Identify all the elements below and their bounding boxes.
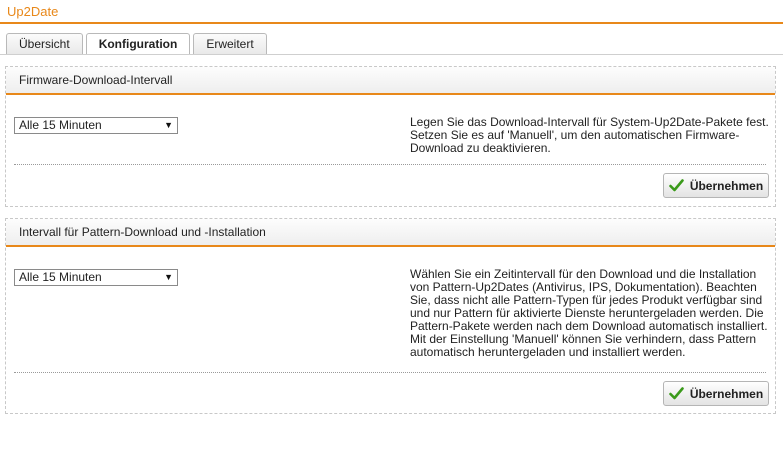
chevron-down-icon: ▼ bbox=[164, 272, 173, 282]
checkmark-icon bbox=[669, 179, 684, 192]
firmware-interval-panel: Firmware-Download-Intervall Alle 15 Minu… bbox=[5, 66, 776, 207]
apply-button-label: Übernehmen bbox=[689, 178, 764, 193]
app-title: Up2Date bbox=[7, 4, 59, 19]
firmware-interval-select[interactable]: Alle 15 Minuten ▼ bbox=[14, 117, 178, 134]
apply-button[interactable]: Übernehmen bbox=[663, 381, 769, 406]
apply-button-label: Übernehmen bbox=[689, 386, 764, 401]
tab-divider bbox=[0, 54, 783, 55]
panel-description: Legen Sie das Download-Intervall für Sys… bbox=[410, 115, 769, 155]
panel-title: Firmware-Download-Intervall bbox=[6, 67, 775, 95]
tab-overview[interactable]: Übersicht bbox=[6, 33, 83, 54]
separator bbox=[14, 164, 766, 165]
tab-configuration[interactable]: Konfiguration bbox=[85, 33, 191, 55]
checkmark-icon bbox=[669, 387, 684, 400]
panel-title: Intervall für Pattern-Download und -Inst… bbox=[6, 219, 775, 247]
tab-advanced[interactable]: Erweitert bbox=[193, 33, 267, 54]
pattern-interval-panel: Intervall für Pattern-Download und -Inst… bbox=[5, 218, 776, 414]
apply-button[interactable]: Übernehmen bbox=[663, 173, 769, 198]
select-value: Alle 15 Minuten bbox=[19, 118, 102, 132]
pattern-interval-select[interactable]: Alle 15 Minuten ▼ bbox=[14, 269, 178, 286]
select-value: Alle 15 Minuten bbox=[19, 270, 102, 284]
title-divider bbox=[0, 22, 783, 24]
separator bbox=[14, 372, 766, 373]
panel-description: Wählen Sie ein Zeitintervall für den Dow… bbox=[410, 267, 768, 359]
chevron-down-icon: ▼ bbox=[164, 120, 173, 130]
tab-bar: Übersicht Konfiguration Erweitert bbox=[6, 33, 267, 55]
